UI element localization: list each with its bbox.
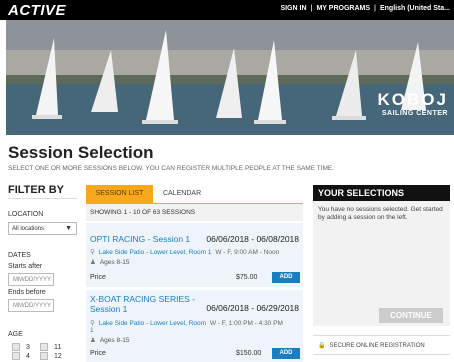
- brand-sub: SAILING CENTER: [381, 110, 448, 117]
- add-session-button[interactable]: ADD: [272, 348, 300, 359]
- session-ages: ♟ Ages 8-15: [90, 258, 129, 266]
- age-checkbox[interactable]: [12, 352, 20, 360]
- page-subtitle: Select one or more sessions below. You c…: [8, 165, 335, 172]
- location-pin-icon: ⚲: [90, 320, 95, 327]
- sailing-center-brand: KOBOJ SAILING CENTER: [378, 90, 448, 117]
- chevron-down-icon: ▼: [65, 225, 72, 232]
- session-location: ⚲ Lake Side Patio - Lower Level, Room 1 W…: [90, 248, 279, 256]
- my-programs-link[interactable]: MY PROGRAMS: [316, 5, 370, 12]
- age-option-label: 3: [26, 343, 30, 351]
- age-checkbox[interactable]: [12, 343, 20, 351]
- person-icon: ♟: [90, 259, 96, 266]
- session-time: W - F, 9:00 AM - Noon: [215, 249, 280, 256]
- age-label: AGE: [8, 331, 23, 338]
- session-ages-text: Ages 8-15: [99, 259, 130, 266]
- session-dates: 06/06/2018 - 06/29/2018: [206, 303, 299, 313]
- session-name-line: Session 1: [90, 304, 128, 314]
- tab-session-list[interactable]: Session list: [86, 185, 153, 203]
- starts-after-label: Starts after: [8, 263, 43, 270]
- person-icon: ♟: [90, 337, 96, 344]
- session-ages: ♟ Ages 8-15: [90, 336, 129, 344]
- secure-registration: 🔒 SECURE ONLINE REGISTRATION: [313, 335, 450, 355]
- session-price: $75.00: [236, 274, 258, 281]
- age-option[interactable]: 12: [40, 352, 62, 360]
- age-option-label: 4: [26, 352, 30, 360]
- selections-empty-message: You have no sessions selected. Get start…: [318, 206, 443, 221]
- age-option[interactable]: 11: [40, 343, 61, 351]
- age-option[interactable]: 3: [12, 343, 30, 351]
- page-title: Session Selection: [8, 143, 154, 162]
- top-nav: SIGN IN | MY PROGRAMS | English (United Sta.…: [280, 5, 450, 12]
- filter-divider: [8, 198, 77, 199]
- selections-panel: You have no sessions selected. Get start…: [313, 201, 450, 326]
- session-dates: 06/06/2018 - 06/08/2018: [206, 234, 299, 244]
- active-logo[interactable]: ACTIVE: [8, 2, 66, 19]
- session-location-link[interactable]: Lake Side Patio - Lower Level, Room 1: [99, 249, 212, 256]
- language-selector[interactable]: English (United Sta...: [380, 5, 450, 12]
- ends-before-input[interactable]: MM/DD/YYYY: [8, 299, 54, 312]
- age-checkbox[interactable]: [40, 352, 48, 360]
- age-option-label: 11: [54, 343, 62, 351]
- add-session-button[interactable]: ADD: [272, 272, 300, 283]
- location-select-value: All locations: [12, 226, 45, 232]
- session-location-link[interactable]: Lake Side Patio - Lower Level, Room: [99, 320, 206, 327]
- session-time: W - F, 1:00 PM - 4:30 PM: [209, 320, 283, 327]
- continue-button[interactable]: CONTINUE: [379, 308, 443, 323]
- brand-main: KOBOJ: [377, 90, 448, 109]
- sign-in-link[interactable]: SIGN IN: [280, 5, 306, 12]
- age-checkbox[interactable]: [40, 343, 48, 351]
- results-count: Showing 1 - 10 of 63 sessions: [86, 204, 303, 221]
- age-option[interactable]: 4: [12, 352, 30, 360]
- age-option-label: 12: [54, 352, 62, 360]
- hero-banner: KOBOJ SAILING CENTER: [6, 20, 454, 135]
- nav-separator: |: [374, 5, 376, 12]
- view-tabs: Session list Calendar: [86, 185, 303, 203]
- sailboats-illustration: [6, 20, 454, 135]
- location-label: LOCATION: [8, 211, 44, 218]
- top-bar: ACTIVE SIGN IN | MY PROGRAMS | English (Unit…: [0, 0, 454, 20]
- price-label: Price: [90, 350, 106, 357]
- dates-label: DATES: [8, 252, 31, 259]
- ends-before-label: Ends before: [8, 289, 46, 296]
- session-ages-text: Ages 8-15: [99, 337, 130, 344]
- starts-after-input[interactable]: MM/DD/YYYY: [8, 273, 54, 286]
- location-pin-icon: ⚲: [90, 249, 95, 256]
- session-name-link[interactable]: OPTI RACING - Session 1: [90, 234, 190, 244]
- nav-separator: |: [310, 5, 313, 12]
- location-select[interactable]: All locations ▼: [8, 222, 77, 235]
- session-card: X-BOAT RACING SERIES - Session 1 06/06/2…: [86, 290, 303, 362]
- tab-calendar[interactable]: Calendar: [163, 185, 201, 203]
- price-label: Price: [90, 274, 106, 281]
- session-name-link[interactable]: X-BOAT RACING SERIES - Session 1: [90, 294, 195, 314]
- session-price: $150.00: [236, 350, 262, 357]
- session-location: ⚲ Lake Side Patio - Lower Level, Room W -…: [90, 319, 283, 327]
- session-name-line: X-BOAT RACING SERIES -: [90, 294, 196, 304]
- lock-icon: 🔒: [318, 343, 326, 349]
- selections-title: YOUR SELECTIONS: [313, 185, 450, 201]
- secure-registration-text: SECURE ONLINE REGISTRATION: [329, 343, 425, 349]
- filter-title: FILTER BY: [8, 184, 65, 196]
- session-location-cont[interactable]: 1: [90, 327, 94, 334]
- session-card: OPTI RACING - Session 1 06/06/2018 - 06/…: [86, 223, 303, 287]
